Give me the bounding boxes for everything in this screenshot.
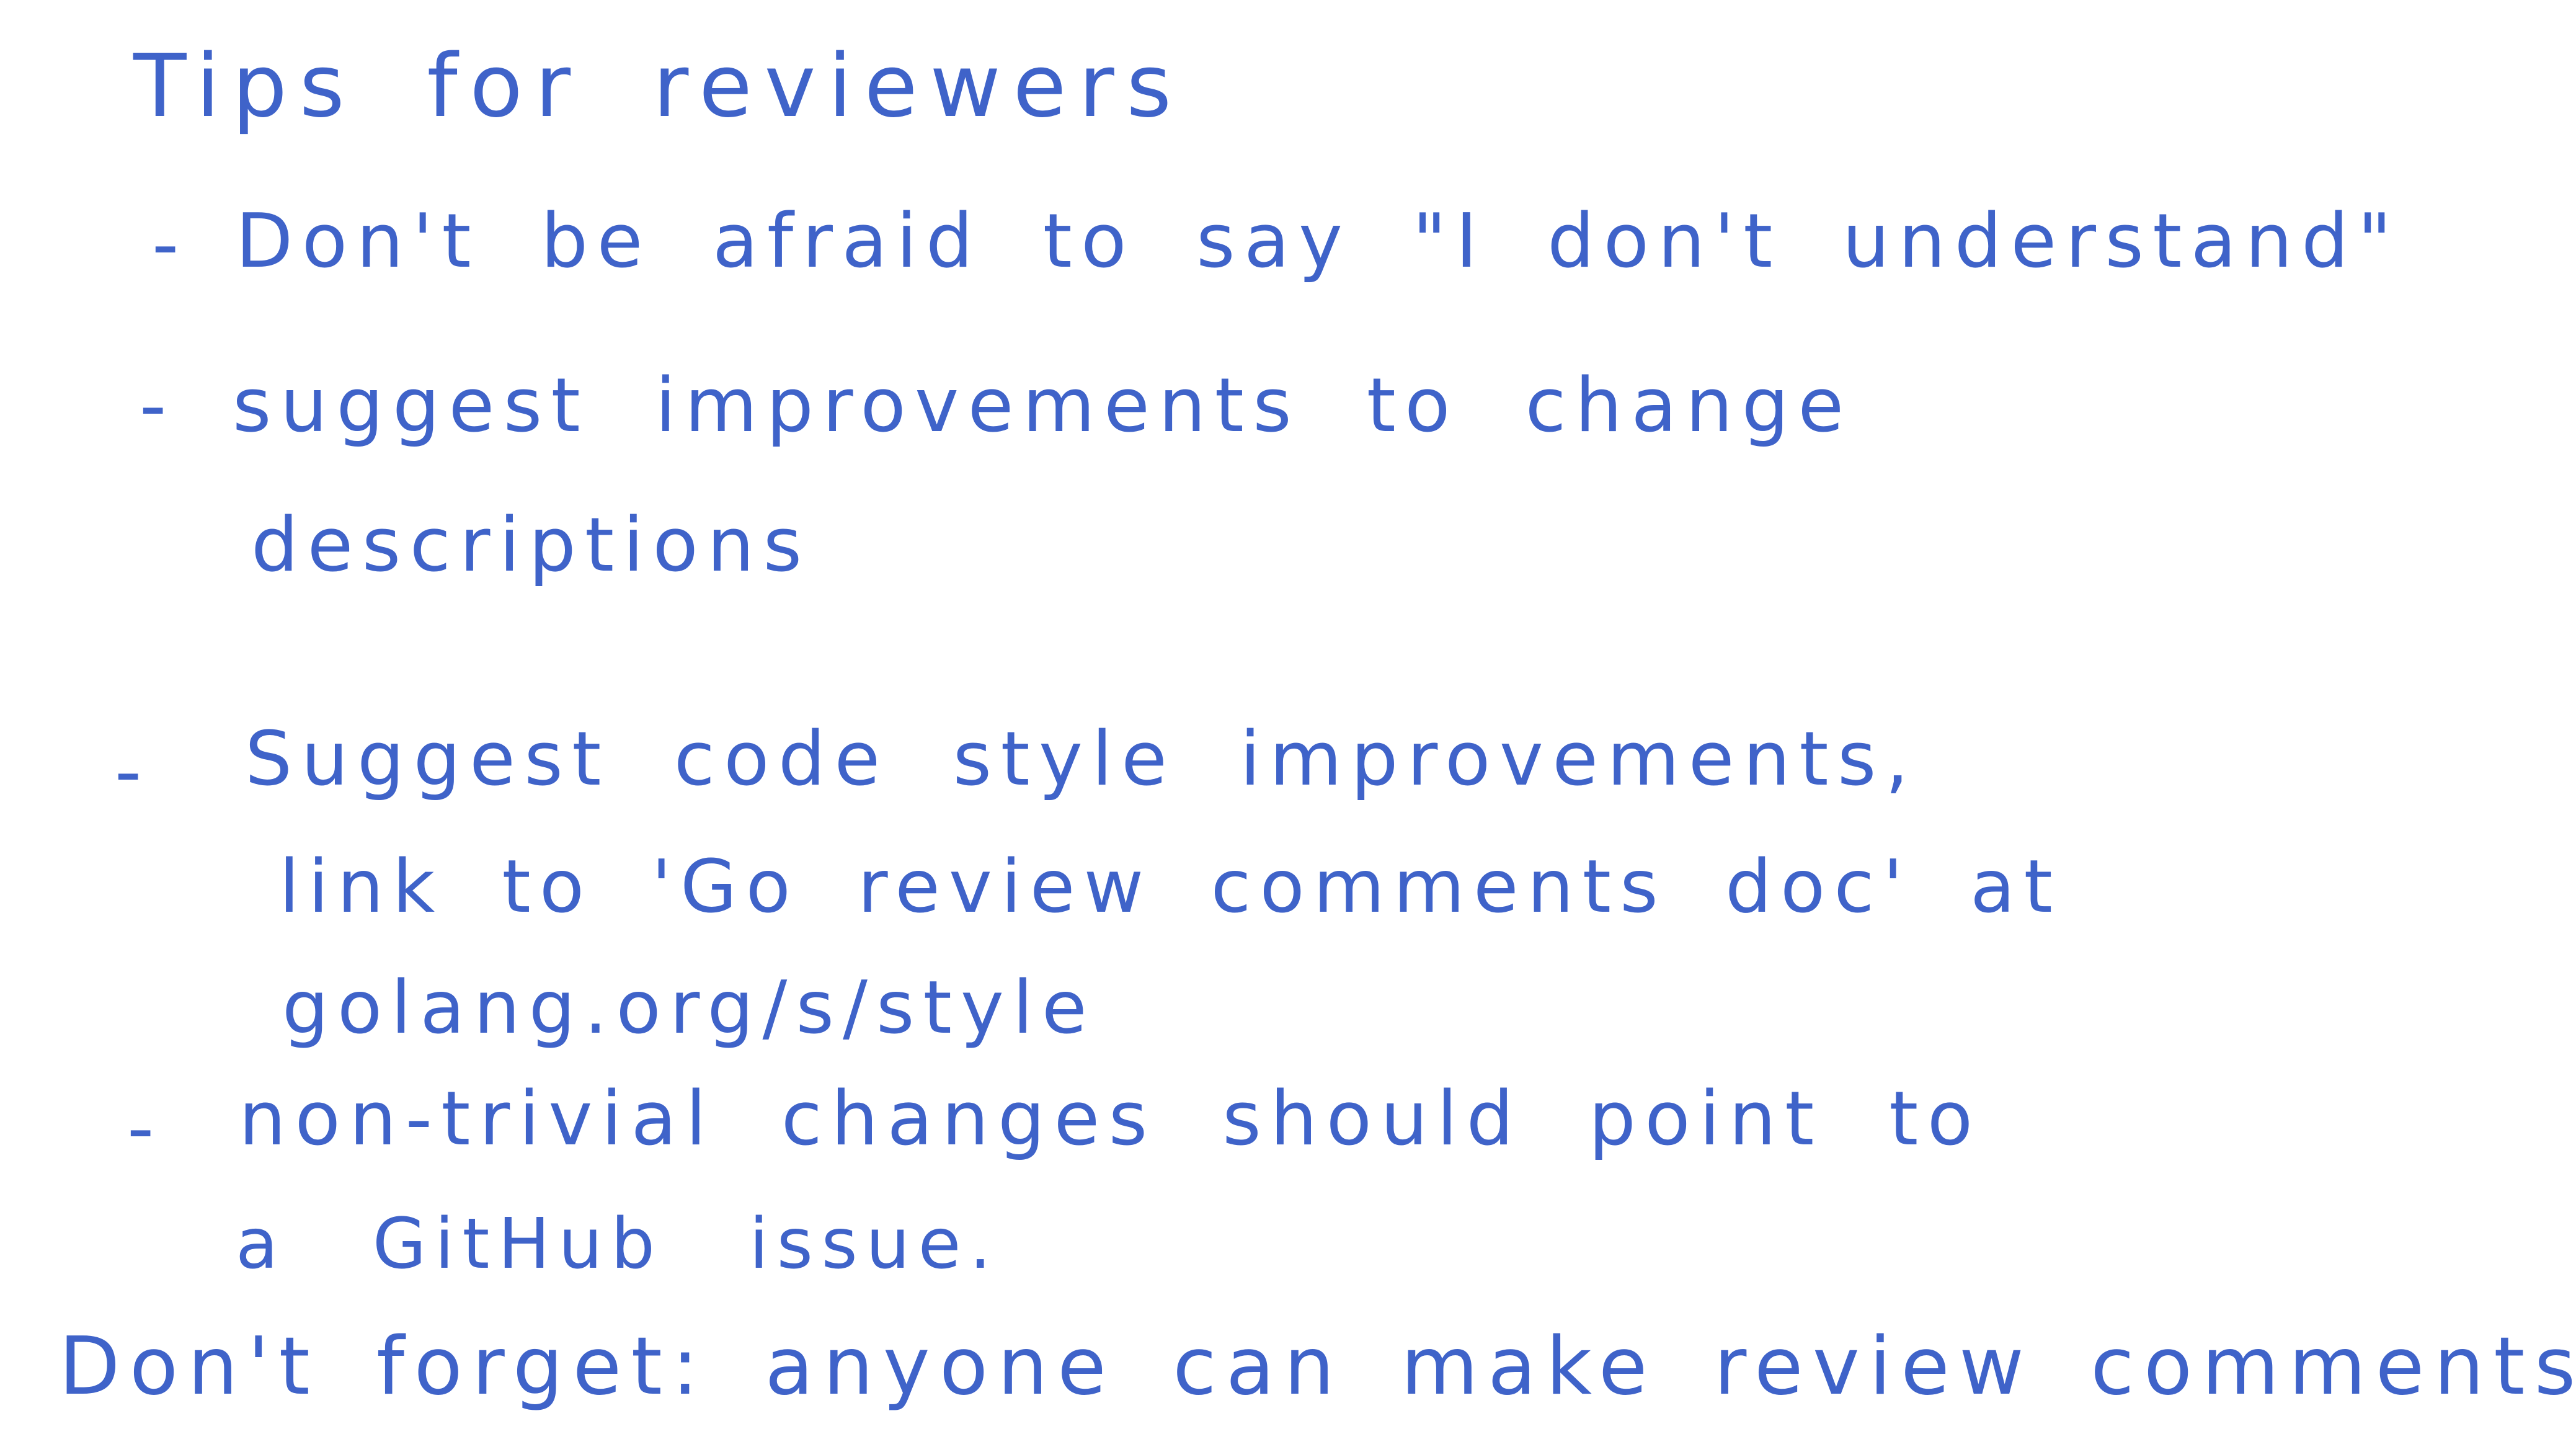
bullet-dash: - [152,202,179,288]
bullet-dash: - [115,729,142,815]
bullet-3-line-1: Suggest code style improvements, [245,716,1918,803]
bullet-3-line-2: link to 'Go review comments doc' at [279,844,2062,929]
bullet-4-line-2: a GitHub issue. [236,1204,1000,1285]
bullet-3-line-3: golang.org/s/style [282,964,1096,1050]
bullet-1-line-1: Don't be afraid to say "I don't understa… [236,198,2401,285]
handwritten-note-page: Tips for reviewers - Don't be afraid to … [0,0,2576,1434]
footer-reminder: Don't forget: anyone can make review com… [59,1320,2576,1413]
bullet-dash: - [127,1085,154,1172]
note-title: Tips for reviewers [133,36,1184,137]
bullet-2-line-1: suggest improvements to change [233,363,1853,449]
bullet-4-line-1: non-trivial changes should point to [239,1076,1982,1162]
bullet-2-line-2: descriptions [251,502,811,589]
bullet-dash: - [140,363,167,449]
